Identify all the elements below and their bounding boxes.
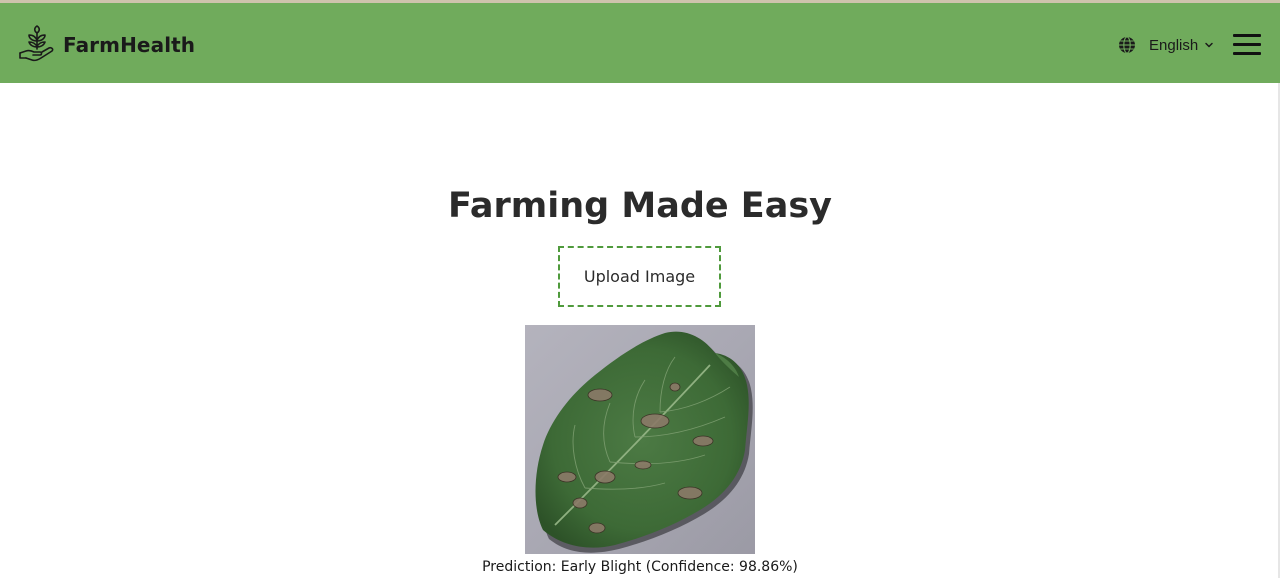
page-headline: Farming Made Easy <box>448 186 832 226</box>
hamburger-menu-icon[interactable] <box>1233 34 1261 56</box>
plant-in-hand-icon[interactable] <box>18 25 56 63</box>
uploaded-leaf-image <box>525 325 755 554</box>
chevron-down-icon <box>1205 42 1213 48</box>
globe-icon <box>1119 36 1135 54</box>
upload-image-button[interactable]: Upload Image <box>558 246 721 307</box>
brand-name[interactable]: FarmHealth <box>63 32 195 58</box>
prediction-result: Prediction: Early Blight (Confidence: 98… <box>482 559 798 575</box>
navbar: FarmHealth English <box>0 3 1280 83</box>
language-selected: English <box>1149 36 1199 54</box>
language-selector[interactable]: English <box>1118 34 1214 56</box>
